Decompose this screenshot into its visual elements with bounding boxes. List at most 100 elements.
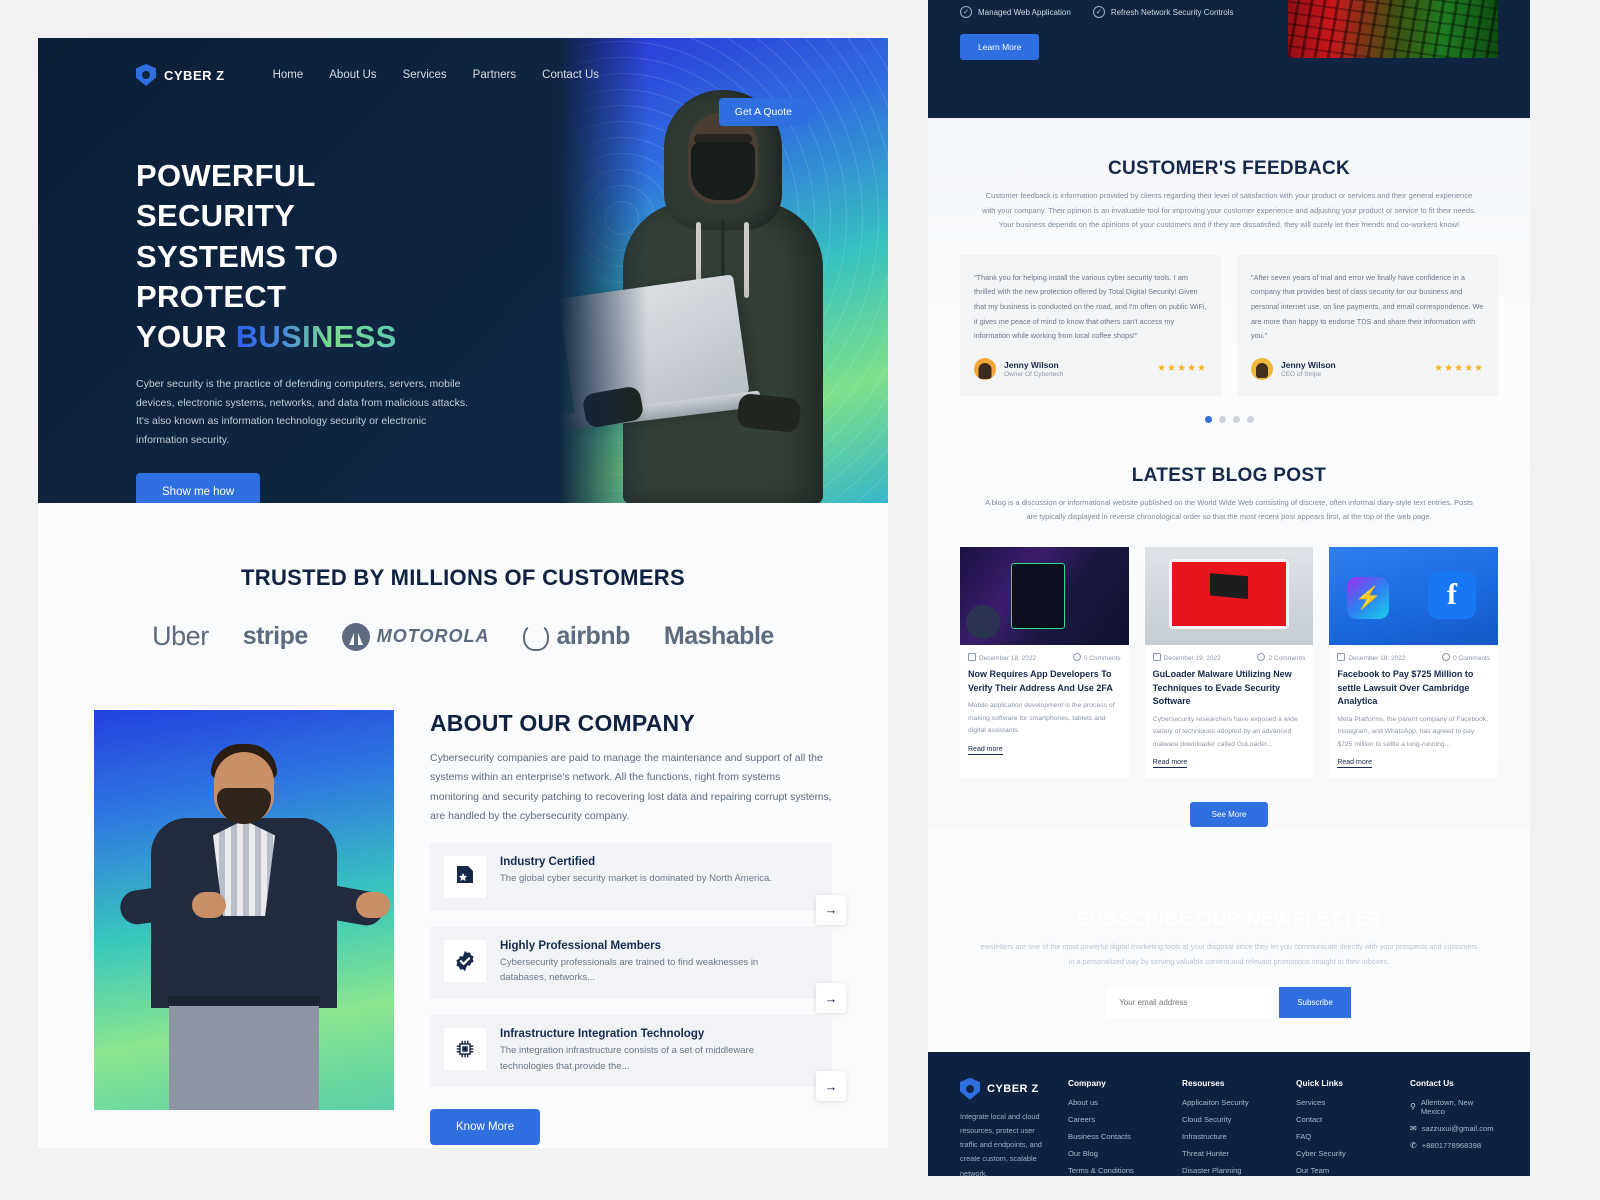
nav-item-about-us[interactable]: About Us (329, 69, 376, 81)
testimonial-footer: Jenny Wilson CEO of Stripe ★★★★★ (1251, 357, 1484, 380)
show-me-how-button[interactable]: Show me how (136, 472, 261, 503)
testimonial-role: CEO of Stripe (1281, 370, 1322, 378)
messenger-icon: ⚡ (1347, 577, 1390, 620)
see-more-button[interactable]: See More (1189, 802, 1269, 828)
carousel-dot-3[interactable] (1232, 415, 1240, 423)
footer-link[interactable]: Infrastructure (1182, 1132, 1270, 1141)
carousel-dot-1[interactable] (1204, 415, 1212, 423)
calendar-icon (1152, 653, 1161, 662)
footer-link[interactable]: Careers (1068, 1115, 1156, 1124)
feature-card-industry-certified[interactable]: Industry Certified The global cyber secu… (430, 842, 846, 925)
feature-card-infrastructure-integration[interactable]: Infrastructure Integration Technology Th… (430, 1015, 846, 1102)
main-navigation: CYBER Z Home About Us Services Partners … (38, 38, 888, 86)
footer-email[interactable]: ✉ sazzuxui@gmail.com (1410, 1124, 1498, 1133)
footer-link[interactable]: FAQ (1296, 1132, 1384, 1141)
trusted-title: TRUSTED BY MILLIONS OF CUSTOMERS (241, 565, 685, 590)
footer-link[interactable]: Cyber Security (1296, 1149, 1384, 1158)
footer-link[interactable]: Threat Hunter (1182, 1149, 1270, 1158)
carousel-dot-4[interactable] (1246, 415, 1254, 423)
footer-link[interactable]: About us (1068, 1098, 1156, 1107)
blog-comments: 0 Comments (1072, 653, 1121, 662)
comment-icon (1442, 653, 1451, 662)
hero-gradient-fade (558, 38, 648, 503)
blog-card-title: Facebook to Pay $725 Million to settle L… (1337, 669, 1474, 707)
arrow-right-icon[interactable]: → (816, 1071, 846, 1102)
nav-links: Home About Us Services Partners Contact … (273, 69, 599, 81)
hooded-hacker-illustration (558, 90, 828, 503)
nav-item-partners[interactable]: Partners (473, 69, 516, 81)
trusted-by-section: TRUSTED BY MILLIONS OF CUSTOMERS Uber st… (38, 503, 888, 652)
email-input[interactable] (1107, 986, 1280, 1018)
nav-item-services[interactable]: Services (403, 69, 447, 81)
footer-column-contact: Contact Us ⚲ Allentown, New Mexico ✉ sazzu… (1410, 1078, 1498, 1176)
blog-card[interactable]: December 19, 2022 2 Comments GuLoader Ma… (1144, 547, 1314, 779)
footer-link[interactable]: Our Team (1296, 1166, 1384, 1175)
footer-link[interactable]: Terms & Conditions (1068, 1166, 1156, 1175)
service-check-item: ✓ Refresh Network Security Controls (1092, 6, 1234, 18)
footer-column-heading: Company (1068, 1077, 1106, 1088)
feature-card-professional-members[interactable]: Highly Professional Members Cybersecurit… (430, 926, 846, 1014)
airbnb-wordmark: airbnb (556, 622, 630, 650)
brand-logo[interactable]: CYBER Z (136, 64, 225, 86)
hero-section: CYBER Z Home About Us Services Partners … (38, 38, 888, 503)
keyboard-photo (1288, 0, 1498, 58)
hero-heading-line-2: SYSTEMS TO PROTECT (136, 238, 339, 314)
learn-more-button[interactable]: Learn More (960, 34, 1040, 60)
read-more-link[interactable]: Read more (960, 738, 1011, 765)
carousel-dot-2[interactable] (1218, 415, 1226, 423)
shield-icon (136, 64, 156, 86)
brand-name: CYBER Z (164, 67, 225, 83)
subscribe-button[interactable]: Subscribe (1279, 986, 1351, 1018)
testimonial-name: Jenny Wilson (1004, 359, 1059, 370)
hero-heading: POWERFUL SECURITY SYSTEMS TO PROTECT YOU… (136, 156, 458, 357)
client-logo-row: Uber stripe MOTOROLA airbnb Mashable (38, 621, 888, 652)
footer-column-quick-links: Quick Links Services Contact FAQ Cyber S… (1296, 1078, 1384, 1176)
about-company-section: ABOUT OUR COMPANY Cybersecurity companie… (38, 652, 888, 1146)
footer-column-resources: Resourses Applicaiton Security Cloud Sec… (1182, 1078, 1270, 1176)
left-page-panel: CYBER Z Home About Us Services Partners … (38, 38, 888, 1148)
hero-copy: POWERFUL SECURITY SYSTEMS TO PROTECT YOU… (38, 86, 468, 503)
footer-phone[interactable]: ✆ +8801778968398 (1410, 1141, 1498, 1150)
footer-link[interactable]: Business Contacts (1068, 1132, 1156, 1141)
location-pin-icon: ⚲ (1410, 1102, 1416, 1112)
comment-icon (1257, 653, 1266, 662)
read-more-link[interactable]: Read more (1329, 751, 1380, 778)
shield-icon (960, 1077, 980, 1100)
footer-address[interactable]: ⚲ Allentown, New Mexico (1410, 1098, 1498, 1116)
hero-heading-line-1: POWERFUL SECURITY (136, 158, 316, 234)
get-a-quote-button[interactable]: Get A Quote (718, 98, 808, 126)
footer-link[interactable]: Services (1296, 1098, 1384, 1107)
motorola-m-icon (341, 622, 370, 651)
blog-card[interactable]: December 18, 2022 0 Comments Now Require… (960, 547, 1129, 779)
footer-column-company: Company About us Careers Business Contac… (1068, 1078, 1156, 1176)
about-photo (94, 710, 394, 1110)
latest-blog-section: LATEST BLOG POST A blog is a discussion … (960, 465, 1499, 828)
arrow-right-icon[interactable]: → (816, 983, 846, 1014)
nav-item-home[interactable]: Home (273, 69, 304, 81)
footer-link[interactable]: Disaster Planning (1182, 1166, 1270, 1175)
nav-item-contact-us[interactable]: Contact Us (542, 69, 599, 81)
footer-logo[interactable]: CYBER Z (960, 1077, 1042, 1100)
blog-card[interactable]: ⚡ f December 18, 2022 0 Comments Faceboo… (1329, 547, 1499, 779)
footer-link[interactable]: Contact (1296, 1115, 1384, 1124)
blog-meta: December 18, 2022 0 Comments (1329, 645, 1498, 662)
calendar-icon (968, 653, 976, 662)
know-more-button[interactable]: Know More (430, 1109, 541, 1146)
arrow-right-icon[interactable]: → (816, 894, 846, 925)
avatar (1251, 357, 1273, 380)
feature-title: Infrastructure Integration Technology (500, 1028, 705, 1041)
newsletter-subtitle: ewsletters are one of the most powerful … (980, 942, 1478, 966)
hero-heading-line-3: YOUR (136, 319, 236, 355)
carousel-dots (960, 415, 1498, 423)
footer-link[interactable]: Our Blog (1068, 1149, 1156, 1158)
pirate-flag-icon (1210, 573, 1248, 600)
footer-link[interactable]: Applicaiton Security (1182, 1098, 1270, 1107)
testimonial-role: Owner Of Cybertech (1004, 370, 1064, 378)
read-more-link[interactable]: Read more (1145, 751, 1196, 778)
service-check-item: ✓ Managed Web Application (960, 6, 1071, 18)
footer-link[interactable]: Cloud Security (1182, 1115, 1270, 1124)
envelope-icon: ✉ (1410, 1123, 1417, 1133)
stripe-logo: stripe (242, 622, 309, 650)
service-check-label: Managed Web Application (978, 7, 1071, 17)
blog-meta: December 18, 2022 0 Comments (960, 645, 1129, 662)
